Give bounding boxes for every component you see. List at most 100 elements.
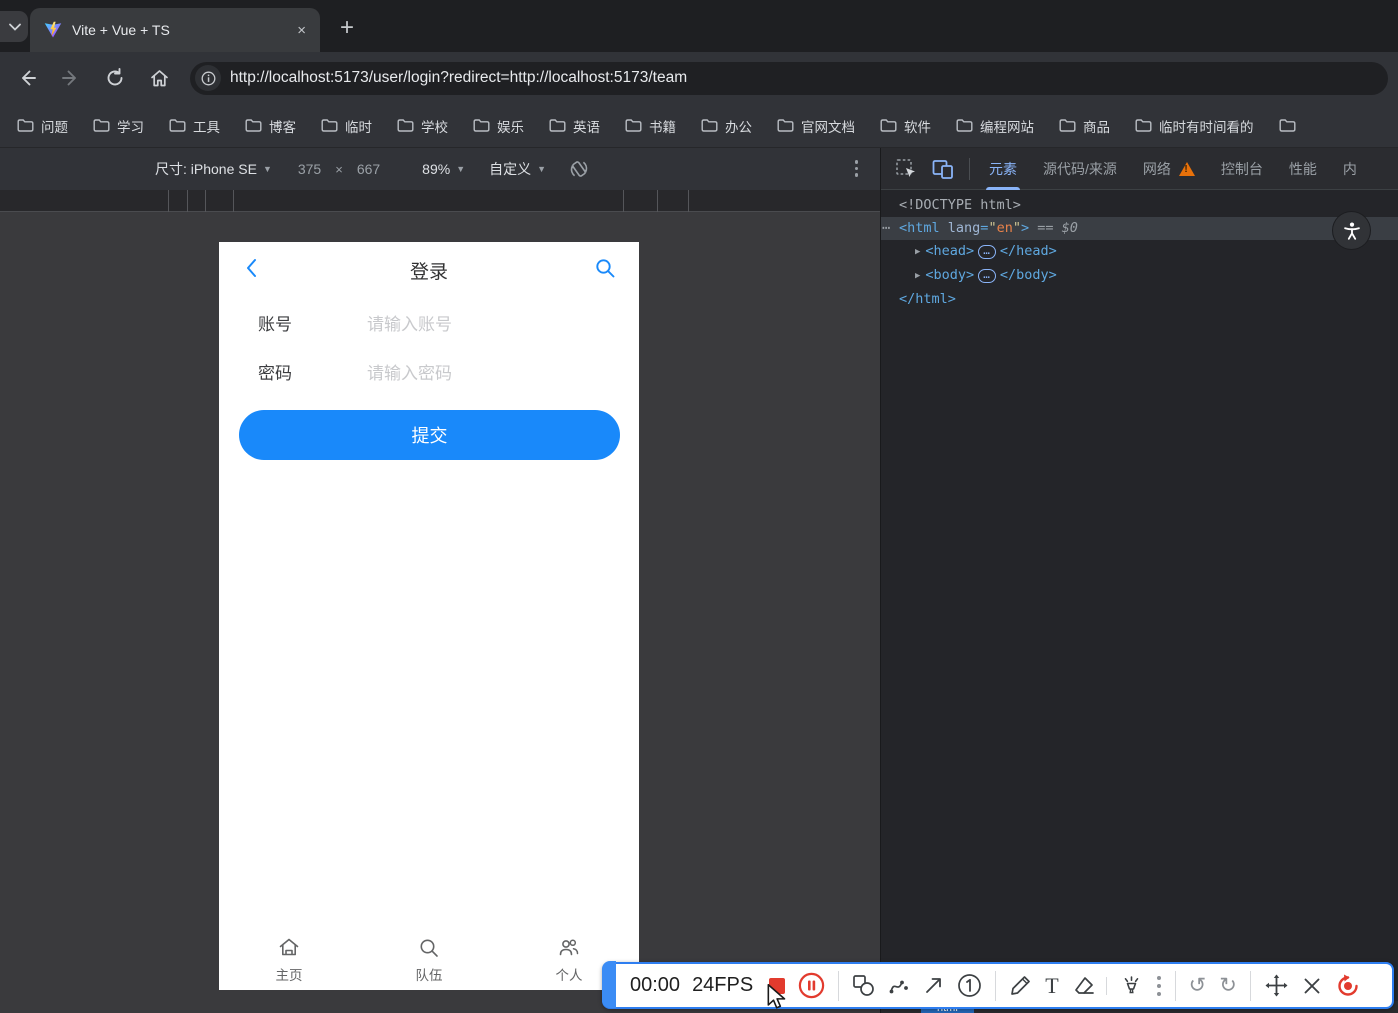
bookmark-folder[interactable]: 临时有时间看的 bbox=[1127, 112, 1262, 140]
expander-icon[interactable]: ▶ bbox=[915, 247, 920, 257]
new-tab-button[interactable]: + bbox=[332, 13, 362, 43]
node-overflow-icon[interactable]: ⋯ bbox=[882, 217, 888, 240]
device-select[interactable]: 尺寸: iPhone SE bbox=[155, 159, 257, 179]
tab-search-button[interactable] bbox=[0, 11, 28, 42]
account-field-row[interactable]: 账号 请输入账号 bbox=[219, 300, 639, 342]
devtools-tab[interactable]: 网络 bbox=[1130, 148, 1208, 190]
rotate-icon[interactable] bbox=[562, 152, 596, 186]
bookmark-folder[interactable]: 临时 bbox=[313, 112, 380, 140]
close-icon[interactable] bbox=[1302, 976, 1322, 996]
bookmark-label: 临时 bbox=[345, 116, 372, 136]
password-input[interactable]: 请输入密码 bbox=[367, 359, 452, 384]
tab-team[interactable]: 队伍 bbox=[369, 936, 489, 984]
chevron-down-icon bbox=[9, 23, 21, 31]
bookmark-folder[interactable]: 工具 bbox=[161, 112, 228, 140]
dom-tree-node[interactable]: ▶<head>…</head> bbox=[881, 240, 1398, 264]
home-icon[interactable] bbox=[142, 61, 176, 95]
bookmark-folder[interactable]: 学习 bbox=[85, 112, 152, 140]
bookmark-folder-clipped[interactable] bbox=[1271, 114, 1311, 137]
browser-tab[interactable]: Vite + Vue + TS × bbox=[30, 8, 320, 52]
account-input[interactable]: 请输入账号 bbox=[367, 310, 452, 335]
devtools-tab-label: 内 bbox=[1343, 159, 1357, 179]
pencil-icon[interactable] bbox=[1009, 974, 1032, 997]
pause-icon[interactable] bbox=[798, 972, 825, 999]
dom-token: <!DOCTYPE html> bbox=[899, 197, 1021, 213]
dom-tree-node[interactable]: ▶ <body> … </body> bbox=[881, 264, 1398, 288]
text-icon[interactable]: T bbox=[1045, 973, 1058, 999]
dimension-times-label: × bbox=[335, 162, 343, 177]
devtools-tab[interactable]: 元素 bbox=[976, 148, 1030, 190]
devtools-tab-label: 元素 bbox=[989, 159, 1017, 179]
recording-fps: 24FPS bbox=[692, 974, 753, 997]
device-height-input[interactable]: 667 bbox=[357, 161, 380, 177]
bookmark-folder[interactable]: 软件 bbox=[872, 112, 939, 140]
dom-tree-node[interactable]: <!DOCTYPE html> bbox=[881, 194, 1398, 217]
bookmark-folder[interactable]: 问题 bbox=[9, 112, 76, 140]
bookmark-folder[interactable]: 商品 bbox=[1051, 112, 1118, 140]
device-toggle-icon[interactable] bbox=[931, 158, 955, 180]
devtools-tab-label: 网络 bbox=[1143, 159, 1171, 179]
accessibility-icon[interactable] bbox=[1333, 212, 1370, 249]
password-field-row[interactable]: 密码 请输入密码 bbox=[219, 349, 639, 391]
bookmark-folder[interactable]: 办公 bbox=[693, 112, 760, 140]
zoom-select[interactable]: 89% bbox=[422, 161, 450, 177]
dom-token: </body> bbox=[1000, 267, 1057, 283]
bookmark-label: 书籍 bbox=[649, 116, 676, 136]
devtools-tab[interactable]: 控制台 bbox=[1208, 148, 1276, 190]
devtools-toolbar: 元素源代码/来源网络 控制台性能内 bbox=[881, 148, 1398, 190]
back-icon[interactable] bbox=[10, 61, 44, 95]
bookmark-folder[interactable]: 英语 bbox=[541, 112, 608, 140]
search-icon[interactable] bbox=[593, 256, 617, 280]
freehand-icon[interactable] bbox=[888, 975, 910, 997]
devtools-tab[interactable]: 源代码/来源 bbox=[1030, 148, 1130, 190]
tab-home[interactable]: 主页 bbox=[229, 936, 349, 984]
more-icon[interactable] bbox=[1156, 975, 1162, 997]
collapsed-children-badge[interactable]: … bbox=[978, 269, 996, 283]
breakpoint-ruler[interactable] bbox=[0, 190, 880, 212]
bookmark-folder[interactable]: 官网文档 bbox=[769, 112, 863, 140]
url-bar[interactable]: http://localhost:5173/user/login?redirec… bbox=[190, 62, 1388, 95]
restart-record-icon[interactable] bbox=[1335, 973, 1361, 999]
warning-icon bbox=[1179, 162, 1195, 176]
url-text[interactable]: http://localhost:5173/user/login?redirec… bbox=[230, 69, 687, 87]
dom-tree-node[interactable]: </html> bbox=[881, 288, 1398, 311]
devtools-tab[interactable]: 性能 bbox=[1276, 148, 1330, 190]
bookmark-folder[interactable]: 博客 bbox=[237, 112, 304, 140]
bookmark-folder[interactable]: 书籍 bbox=[617, 112, 684, 140]
bookmark-folder[interactable]: 娱乐 bbox=[465, 112, 532, 140]
dom-token: " bbox=[988, 220, 996, 236]
site-info-icon[interactable] bbox=[195, 65, 221, 91]
devtools-tab[interactable]: 内 bbox=[1330, 148, 1370, 190]
dom-token: </head> bbox=[1000, 243, 1057, 259]
mobile-navbar: 登录 bbox=[219, 242, 639, 294]
screen-recorder-toolbar: 00:00 24FPS bbox=[602, 962, 1394, 1009]
dom-tree[interactable]: <!DOCTYPE html> ⋯<html lang="en"> == $0 ▶ <… bbox=[881, 194, 1398, 311]
bookmark-label: 英语 bbox=[573, 116, 600, 136]
bookmark-folder[interactable]: 学校 bbox=[389, 112, 456, 140]
chevron-down-icon: ▼ bbox=[456, 164, 465, 174]
throttle-select[interactable]: 自定义 bbox=[489, 159, 531, 179]
laser-pointer-icon[interactable] bbox=[1120, 974, 1143, 997]
device-width-input[interactable]: 375 bbox=[298, 161, 321, 177]
bookmark-label: 软件 bbox=[904, 116, 931, 136]
forward-icon[interactable] bbox=[54, 61, 88, 95]
dom-tree-node[interactable]: ⋯<html lang="en"> == $0 bbox=[881, 217, 1398, 240]
shape-icon[interactable] bbox=[852, 974, 875, 997]
bookmark-folder[interactable]: 编程网站 bbox=[948, 112, 1042, 140]
kebab-menu-icon[interactable] bbox=[855, 157, 859, 180]
expander-icon[interactable]: ▶ bbox=[915, 271, 920, 281]
submit-button[interactable]: 提交 bbox=[239, 410, 620, 460]
tab-close-icon[interactable]: × bbox=[297, 22, 306, 39]
undo-icon[interactable]: ↺ bbox=[1189, 976, 1207, 996]
search-icon bbox=[417, 936, 441, 960]
eraser-icon[interactable] bbox=[1072, 974, 1096, 998]
inspect-element-icon[interactable] bbox=[895, 158, 917, 180]
move-icon[interactable] bbox=[1264, 973, 1289, 998]
collapsed-children-badge[interactable]: … bbox=[978, 245, 996, 259]
arrow-icon[interactable] bbox=[923, 975, 944, 996]
redo-icon[interactable]: ↻ bbox=[1219, 976, 1237, 996]
recorder-drag-handle[interactable] bbox=[602, 961, 616, 1008]
dom-token: <body> bbox=[925, 267, 974, 283]
reload-icon[interactable] bbox=[98, 61, 132, 95]
number-1-icon[interactable] bbox=[957, 973, 982, 998]
